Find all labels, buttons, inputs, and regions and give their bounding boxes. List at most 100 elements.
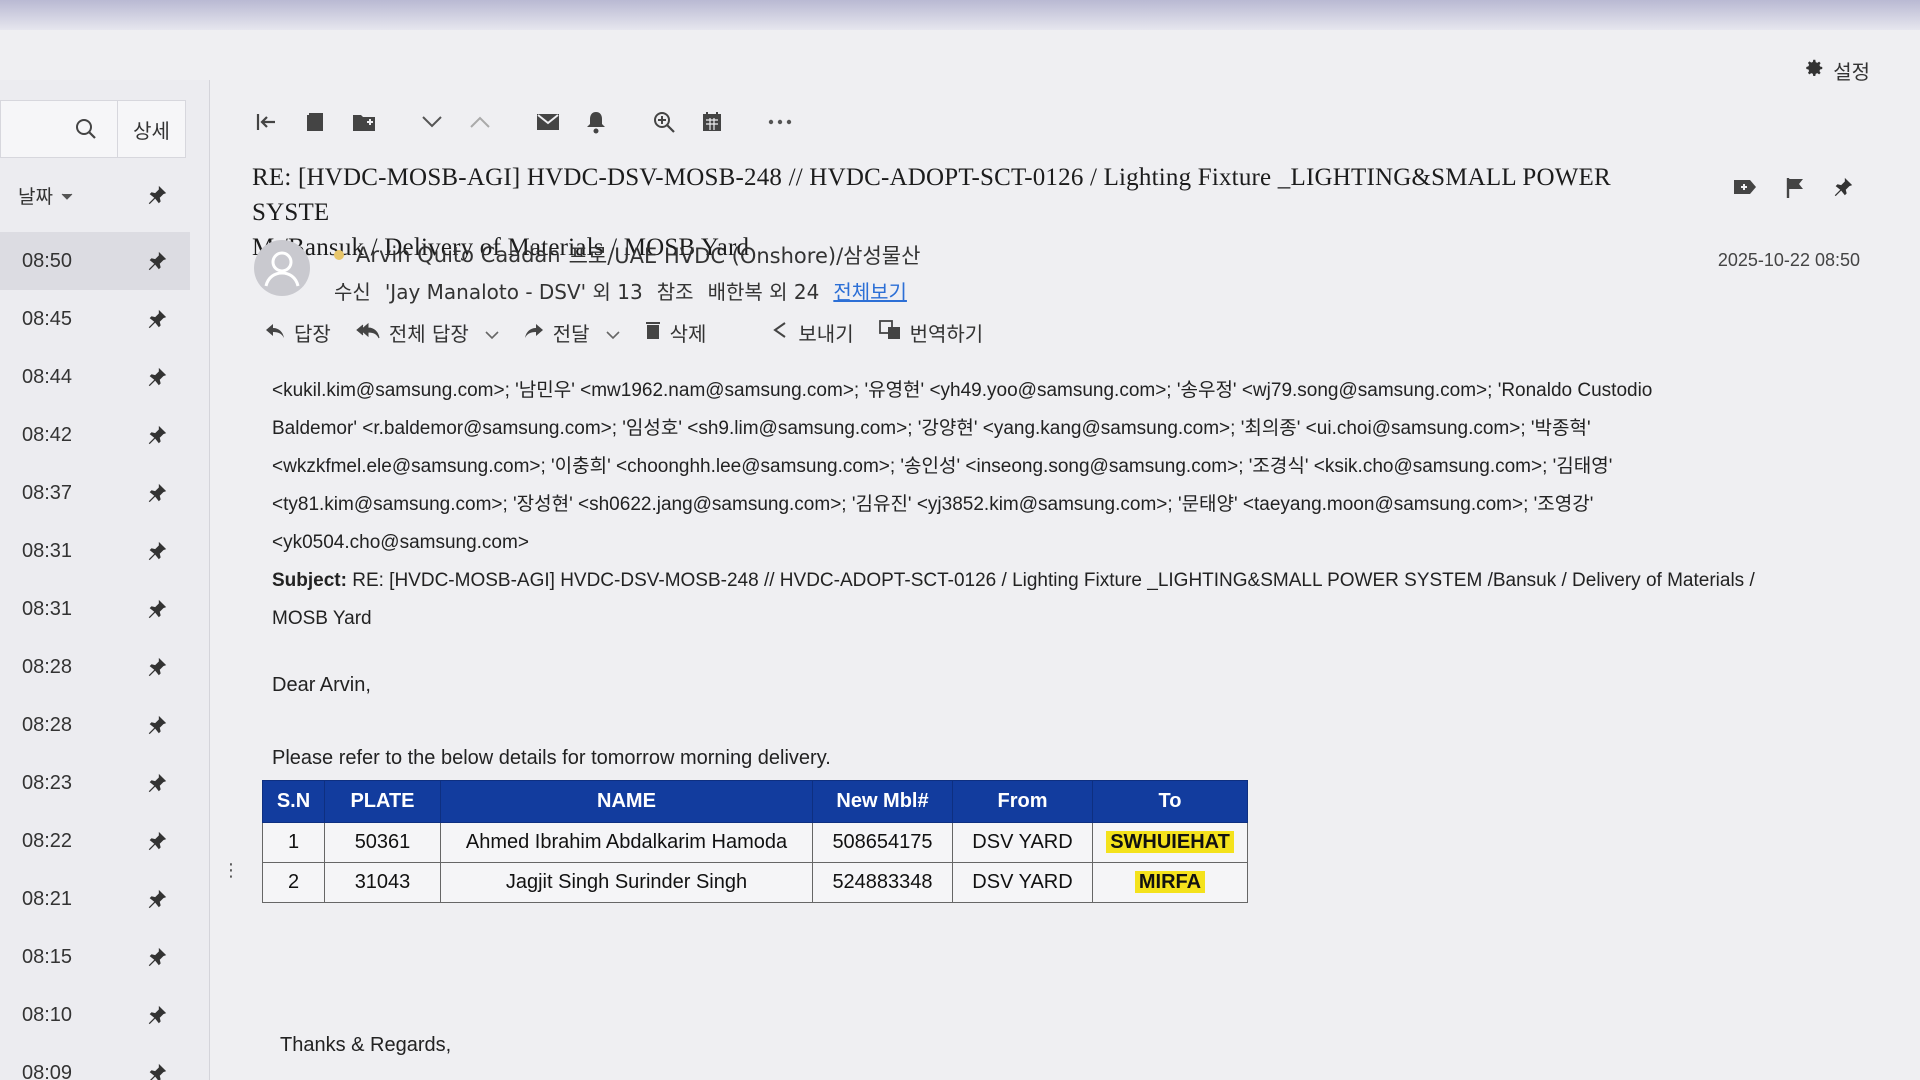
search-icon[interactable]: [71, 114, 101, 144]
pin-icon[interactable]: [146, 308, 168, 330]
send-button[interactable]: 보내기: [770, 318, 854, 347]
pin-icon[interactable]: [146, 656, 168, 678]
mail-subject-line-1: RE: [HVDC-MOSB-AGI] HVDC-DSV-MOSB-248 //…: [252, 164, 1611, 226]
pin-icon[interactable]: [1832, 176, 1854, 204]
pin-icon[interactable]: [146, 598, 168, 620]
cell-to: MIRFA: [1092, 862, 1248, 903]
cell-sn: 2: [262, 862, 325, 903]
reading-toolbar: [250, 104, 810, 140]
pin-icon[interactable]: [146, 184, 168, 206]
destination-highlight: MIRFA: [1134, 871, 1206, 893]
list-item-time: 08:42: [22, 423, 73, 446]
more-options-icon[interactable]: [762, 104, 798, 140]
col-plate: PLATE: [324, 780, 441, 823]
list-item-time: 08:45: [22, 307, 73, 330]
list-item[interactable]: 08:15: [0, 928, 190, 986]
mail-actions: 답장 전체 답장 전달 삭제 보내기 번역하기: [264, 318, 983, 347]
col-to: To: [1092, 780, 1248, 823]
list-item-time: 08:23: [22, 771, 73, 794]
list-item[interactable]: 08:37: [0, 464, 190, 522]
delivery-table: S.N PLATE NAME New Mbl# From To 1 50361 …: [262, 780, 1248, 903]
mark-read-icon[interactable]: [530, 104, 566, 140]
chevron-down-icon[interactable]: [485, 321, 499, 345]
move-folder-icon[interactable]: [346, 104, 382, 140]
list-item[interactable]: 08:31: [0, 522, 190, 580]
mail-date: 2025-10-22 08:50: [1717, 250, 1860, 270]
pin-icon[interactable]: [146, 366, 168, 388]
forward-button[interactable]: 전달: [523, 318, 620, 347]
pin-icon[interactable]: [146, 482, 168, 504]
list-item[interactable]: 08:31: [0, 580, 190, 638]
pin-icon[interactable]: [146, 830, 168, 852]
list-item[interactable]: 08:45: [0, 290, 190, 348]
list-item[interactable]: 08:42: [0, 406, 190, 464]
list-item-time: 08:28: [22, 655, 73, 678]
sort-by-date[interactable]: 날짜: [0, 170, 190, 220]
sender-name[interactable]: Arvin Quito Caadan: [356, 243, 561, 267]
cell-name: Jagjit Singh Surinder Singh: [440, 862, 813, 903]
forward-icon: [523, 321, 545, 345]
pin-icon[interactable]: [146, 1004, 168, 1026]
pin-icon[interactable]: [146, 946, 168, 968]
pin-icon[interactable]: [146, 772, 168, 794]
list-item[interactable]: 08:44: [0, 348, 190, 406]
list-item[interactable]: 08:28: [0, 638, 190, 696]
pin-icon[interactable]: [146, 714, 168, 736]
detail-search-button[interactable]: 상세: [117, 100, 185, 158]
cc-value[interactable]: 배한복 외 24: [708, 276, 820, 305]
pin-icon[interactable]: [146, 1062, 168, 1080]
list-item[interactable]: 08:09: [0, 1044, 190, 1080]
table-row: 1 50361 Ahmed Ibrahim Abdalkarim Hamoda …: [262, 822, 1248, 863]
reply-all-button[interactable]: 전체 답장: [355, 318, 499, 347]
send-label: 보내기: [798, 322, 854, 346]
list-item[interactable]: 08:21: [0, 870, 190, 928]
list-item[interactable]: 08:10: [0, 986, 190, 1044]
calendar-icon[interactable]: [694, 104, 730, 140]
pane-splitter[interactable]: ⋮: [222, 862, 240, 880]
previous-mail-icon[interactable]: [462, 104, 498, 140]
bell-icon[interactable]: [578, 104, 614, 140]
cell-to: SWHUIEHAT: [1092, 822, 1248, 863]
collapse-pane-icon[interactable]: [250, 104, 286, 140]
pin-icon[interactable]: [146, 540, 168, 562]
delete-button[interactable]: 삭제: [644, 318, 707, 347]
list-item-time: 08:44: [22, 365, 73, 388]
cell-from: DSV YARD: [952, 822, 1093, 863]
reply-button[interactable]: 답장: [264, 318, 331, 347]
flag-icon[interactable]: [1784, 176, 1806, 204]
header-actions: [1732, 176, 1854, 204]
mail-list: 08:50 08:45 08:44 08:42 08:37 08:31 08:31 08:28…: [0, 232, 190, 1080]
list-item[interactable]: 08:50: [0, 232, 190, 290]
forward-label: 전달: [552, 322, 590, 346]
chevron-down-icon[interactable]: [606, 321, 620, 345]
refer-text: Please refer to the below details for to…: [272, 747, 831, 769]
tag-icon[interactable]: [1732, 176, 1758, 204]
pin-icon[interactable]: [146, 250, 168, 272]
avatar[interactable]: [254, 240, 310, 296]
list-item-time: 08:21: [22, 887, 73, 910]
chevron-down-icon: [61, 184, 73, 206]
archive-icon[interactable]: [298, 104, 334, 140]
list-item[interactable]: 08:22: [0, 812, 190, 870]
reply-all-icon: [355, 321, 381, 345]
pin-icon[interactable]: [146, 424, 168, 446]
cc-label: 참조: [656, 280, 694, 304]
to-line-5: <yk0504.cho@samsung.com>: [272, 532, 529, 553]
list-item[interactable]: 08:23: [0, 754, 190, 812]
view-all-link[interactable]: 전체보기: [833, 276, 907, 305]
next-mail-icon[interactable]: [414, 104, 450, 140]
cell-sn: 1: [262, 822, 325, 863]
list-item[interactable]: 08:28: [0, 696, 190, 754]
body-subject: Subject: RE: [HVDC-MOSB-AGI] HVDC-DSV-MO…: [272, 562, 1802, 600]
sender-line: Arvin Quito Caadan 프로/UAE HVDC (Onshore)…: [334, 240, 920, 270]
recipients-value[interactable]: 'Jay Manaloto - DSV' 외 13: [385, 276, 643, 305]
list-item-time: 08:31: [22, 539, 73, 562]
translate-label: 번역하기: [909, 322, 984, 346]
zoom-in-icon[interactable]: [646, 104, 682, 140]
pin-icon[interactable]: [146, 888, 168, 910]
settings-button[interactable]: 설정: [1803, 56, 1870, 85]
delete-label: 삭제: [669, 322, 707, 346]
translate-button[interactable]: 번역하기: [878, 318, 984, 347]
to-line-1: <kukil.kim@samsung.com>; '남민우' <mw1962.n…: [272, 380, 1653, 401]
trash-icon: [644, 320, 662, 345]
